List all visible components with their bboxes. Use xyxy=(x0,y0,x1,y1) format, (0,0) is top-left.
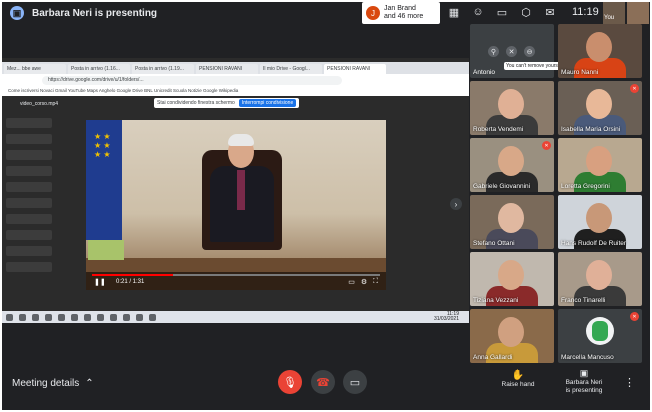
hand-icon: ✋ xyxy=(511,370,525,381)
participant-tile[interactable]: ✕ Isabella Maria Orsini xyxy=(558,81,642,135)
participant-name: Roberta Vendemi xyxy=(473,126,524,133)
browser-tabs: Mez... bbe awe Posta in arrivo (1.16... … xyxy=(2,62,469,74)
self-tile[interactable]: ⚲ ✕ ⊖ You can't remove yourself Antonio xyxy=(470,24,566,78)
join-text-line2: and 46 more xyxy=(384,13,424,20)
mic-toggle-button[interactable]: 🎙 xyxy=(278,370,302,394)
drive-file-title: video_corso.mp4 xyxy=(20,101,59,107)
browser-tab: Il mio Drive - Googl... xyxy=(260,64,322,74)
lock-icon[interactable]: ✉ xyxy=(542,4,558,20)
chat-icon[interactable]: ▭ xyxy=(494,4,510,20)
phone-hangup-icon: ☎ xyxy=(316,376,330,389)
taskbar-date: 31/03/2021 xyxy=(433,316,459,322)
shared-screen: Mez... bbe awe Posta in arrivo (1.16... … xyxy=(2,58,469,323)
os-taskbar: 11:19 31/03/2021 xyxy=(2,311,469,323)
meeting-details-button[interactable]: Meeting details ⌃ xyxy=(12,378,94,389)
fullscreen-icon: ⛶ xyxy=(373,278,378,285)
browser-tab-active: PENSIONI RAVANI xyxy=(324,64,386,74)
join-text-line1: Jan Brand xyxy=(384,5,416,12)
chevron-up-icon: ⌃ xyxy=(85,378,94,389)
meeting-details-label: Meeting details xyxy=(12,378,80,389)
meet-window: ▣ Barbara Neri is presenting J Jan Brand… xyxy=(0,0,652,412)
grid-icon[interactable]: ▦ xyxy=(446,4,462,20)
more-options-icon[interactable]: ⋮ xyxy=(624,376,635,389)
top-icons: ▦ ☺ ▭ ⬡ ✉ xyxy=(446,4,558,20)
screen-share-banner: Stai condividendo finestra schermo Inter… xyxy=(154,98,300,108)
join-notification[interactable]: J Jan Brand and 46 more xyxy=(362,2,440,24)
participant-name: Loretta Gregorini xyxy=(561,183,610,190)
participant-tile[interactable]: Loretta Gregorini xyxy=(558,138,642,192)
participant-tile[interactable]: Roberta Vendemi xyxy=(470,81,554,135)
participant-tile[interactable]: Tiziana Vezzani xyxy=(470,252,554,306)
avatar: J xyxy=(366,6,380,20)
clock: 11:19 xyxy=(572,6,599,18)
present-screen-icon: ▣ xyxy=(579,368,589,378)
avatar xyxy=(586,317,614,345)
drive-sidebar xyxy=(6,118,76,308)
stop-share-button: Interrompi condivisione xyxy=(238,99,297,107)
participant-tile[interactable]: Hans Rudolf De Ruiter xyxy=(558,195,642,249)
participant-name: Gabriele Giovannini xyxy=(473,183,531,190)
present-button[interactable]: ▣ Barbara Neri is presenting xyxy=(558,368,610,395)
camera-toggle-button[interactable]: ▭ xyxy=(343,370,367,394)
presenter-text: Barbara Neri is presenting xyxy=(32,7,158,19)
mic-off-icon: ✕ xyxy=(630,84,639,93)
camera-icon: ▭ xyxy=(349,376,361,389)
video-controls: ❚❚ 0:21 / 1:31 ▭ ⚙ ⛶ xyxy=(86,272,386,290)
chevron-right-icon: › xyxy=(450,198,462,210)
mic-off-icon[interactable]: ✕ xyxy=(506,46,517,57)
pause-icon: ❚❚ xyxy=(94,279,106,286)
mic-off-icon: 🎙 xyxy=(283,376,297,389)
settings-icon: ⚙ xyxy=(360,279,368,286)
video-player: ★ ★ ★ ★ ★ ★ ❚❚ 0:21 / 1:31 ▭ ⚙ ⛶ xyxy=(86,120,386,290)
video-time: 0:21 / 1:31 xyxy=(116,279,145,285)
browser-tab: Posta in arrivo (1.19... xyxy=(132,64,194,74)
browser-tab: Posta in arrivo (1.16... xyxy=(68,64,130,74)
participant-name: Anna Gallardi xyxy=(473,354,513,361)
self-preview-tile-secondary[interactable] xyxy=(627,2,649,24)
bottom-bar: Meeting details ⌃ 🎙 ☎ ▭ ✋ Raise hand ▣ B… xyxy=(2,364,650,410)
mic-off-icon: ✕ xyxy=(542,141,551,150)
participant-name: Marcella Mancuso xyxy=(561,354,614,361)
bookmarks-bar: Come iscriversi Novaci Gmail YouTube Map… xyxy=(2,86,469,96)
participants-grid: ⚲ ✕ ⊖ You can't remove yourself Antonio … xyxy=(470,24,650,364)
activities-icon[interactable]: ⬡ xyxy=(518,4,534,20)
participant-tile[interactable]: Stefano Ottani xyxy=(470,195,554,249)
people-icon[interactable]: ☺ xyxy=(470,4,486,20)
eu-flag-image: ★ ★ ★ ★ ★ ★ xyxy=(86,120,122,240)
leave-call-button[interactable]: ☎ xyxy=(311,370,335,394)
share-message: Stai condividendo finestra schermo xyxy=(157,100,235,106)
present-label-line2: is presenting xyxy=(565,387,603,394)
browser-tab: Mez... bbe awe xyxy=(4,64,66,74)
subtitles-icon: ▭ xyxy=(348,279,355,286)
remove-self-hint: You can't remove yourself xyxy=(504,62,566,70)
participant-name: Hans Rudolf De Ruiter xyxy=(561,240,627,247)
participant-tile[interactable]: Mauro Nanni xyxy=(558,24,642,78)
video-progress xyxy=(92,274,380,276)
pin-icon[interactable]: ⚲ xyxy=(488,46,499,57)
participant-tile[interactable]: ✕ Gabriele Giovannini xyxy=(470,138,554,192)
participant-name: Isabella Maria Orsini xyxy=(561,126,621,133)
participant-tile[interactable]: Anna Gallardi xyxy=(470,309,554,363)
participant-name: Mauro Nanni xyxy=(561,69,599,76)
address-text: https://drive.google.com/drive/u/1/folde… xyxy=(42,75,342,85)
browser-tab: PENSIONI RAVANI xyxy=(196,64,258,74)
address-bar: https://drive.google.com/drive/u/1/folde… xyxy=(2,74,469,86)
remove-icon[interactable]: ⊖ xyxy=(524,46,535,57)
participant-name: Stefano Ottani xyxy=(473,240,515,247)
mic-off-icon: ✕ xyxy=(630,312,639,321)
participant-name: Antonio xyxy=(473,69,496,76)
present-label-line1: Barbara Neri xyxy=(565,379,603,386)
participant-tile[interactable]: ✕ Marcella Mancuso xyxy=(558,309,642,363)
participant-tile[interactable]: Franco Tinarelli xyxy=(558,252,642,306)
raise-hand-button[interactable]: ✋ Raise hand xyxy=(498,370,538,388)
raise-hand-label: Raise hand xyxy=(501,381,535,388)
presenter-indicator: ▣ Barbara Neri is presenting xyxy=(10,6,157,20)
self-label: You xyxy=(604,15,615,21)
participant-name: Tiziana Vezzani xyxy=(473,297,519,304)
participant-name: Franco Tinarelli xyxy=(561,297,606,304)
present-screen-icon: ▣ xyxy=(10,6,24,20)
